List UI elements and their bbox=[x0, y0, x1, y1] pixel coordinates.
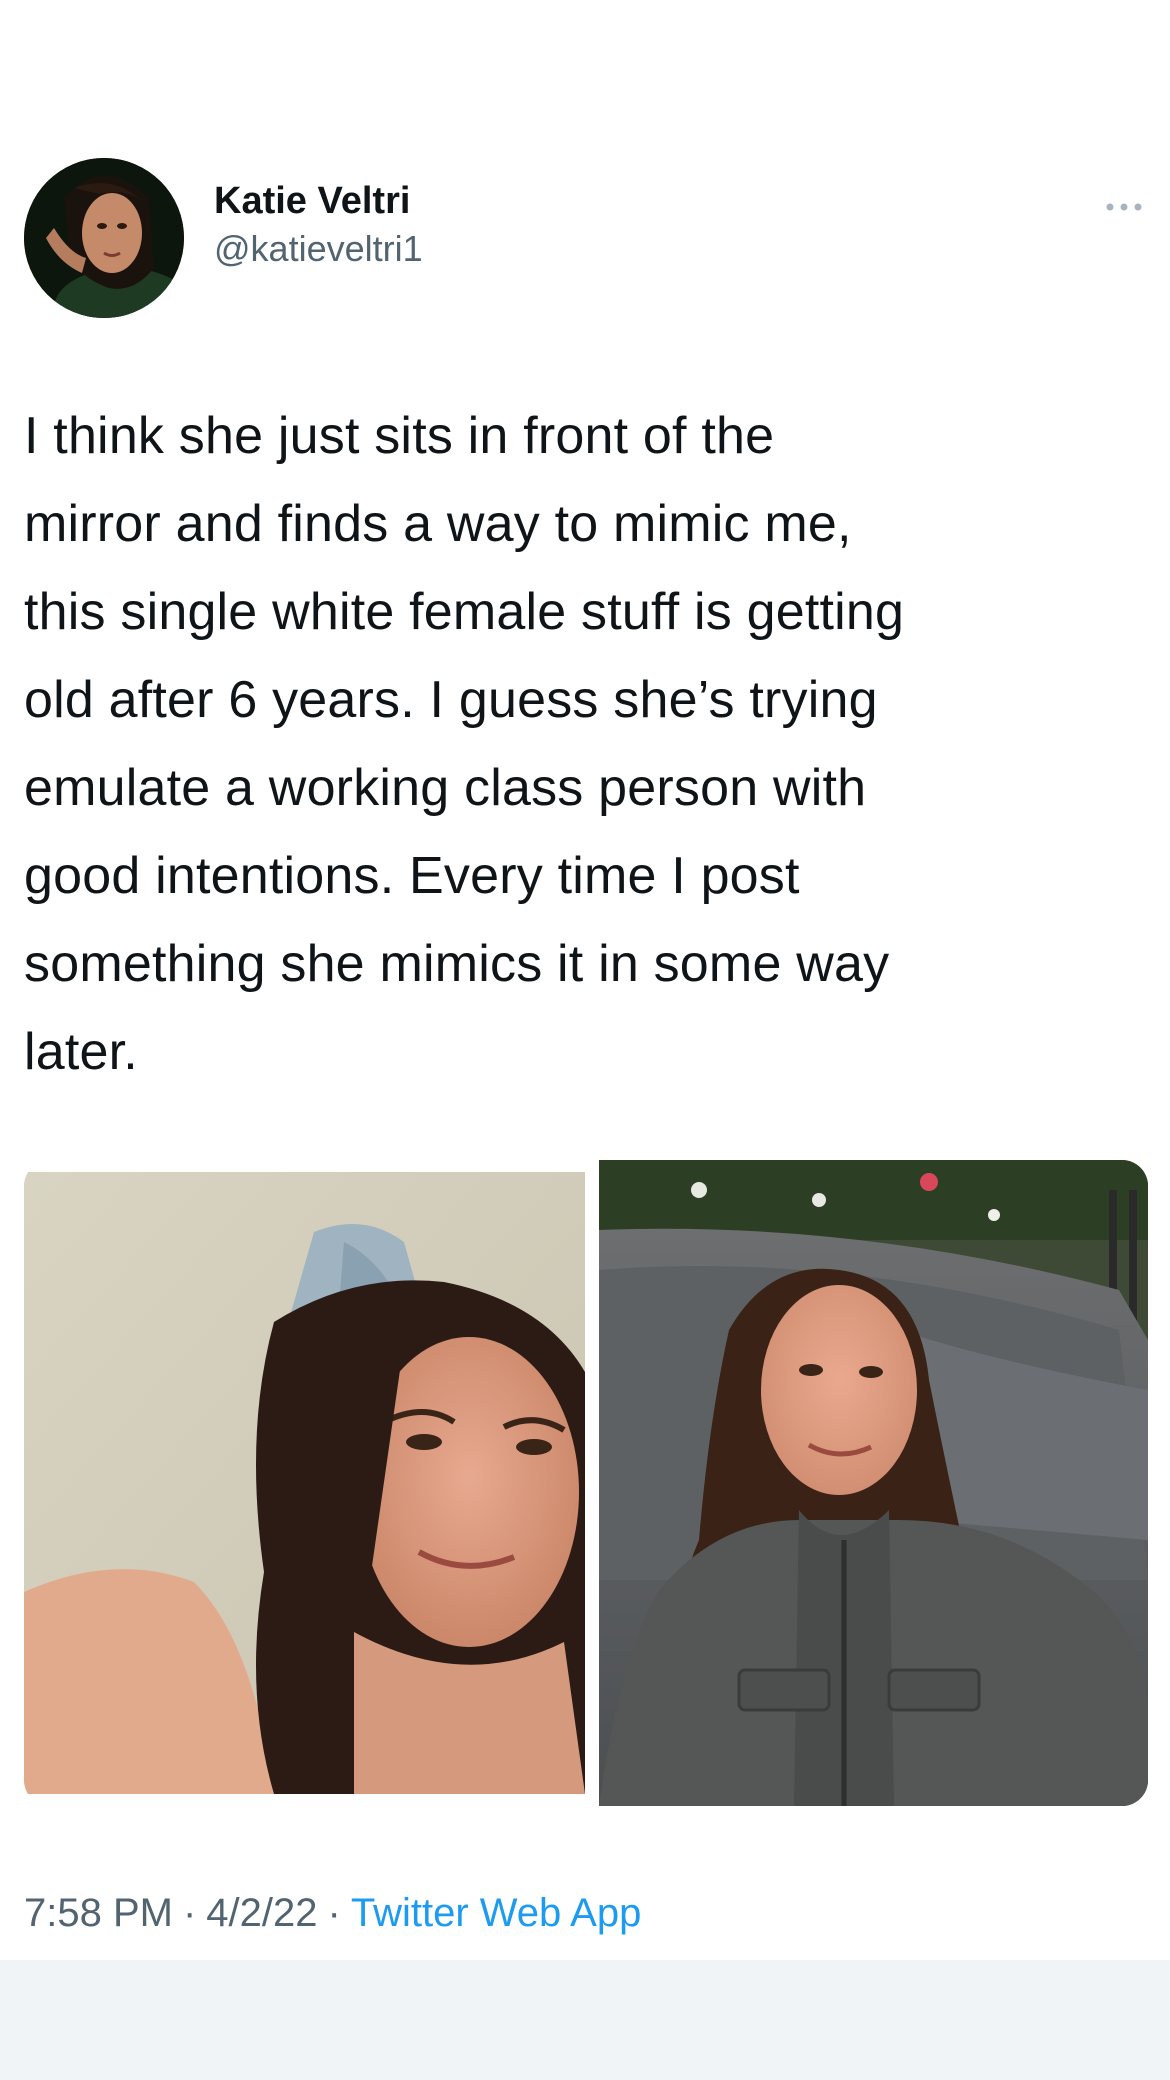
author-handle[interactable]: @katieveltri1 bbox=[214, 224, 423, 274]
tweet-date[interactable]: 4/2/22 bbox=[206, 1891, 317, 1935]
tweet-text-line: I think she just sits in front of the bbox=[24, 407, 775, 465]
author-avatar[interactable] bbox=[24, 158, 184, 318]
tweet-text-line: emulate a working class person with bbox=[24, 759, 867, 817]
tweet-source-link[interactable]: Twitter Web App bbox=[351, 1891, 642, 1935]
tweet-text-line: this single white female stuff is gettin… bbox=[24, 583, 905, 641]
avatar-photo-icon bbox=[24, 158, 184, 318]
more-options-button[interactable] bbox=[1098, 192, 1150, 222]
more-options-icon bbox=[1106, 203, 1142, 211]
tweet-meta: 7:58 PM · 4/2/22 · Twitter Web App bbox=[24, 1888, 641, 1938]
tweet-text-line: mirror and finds a way to mimic me, bbox=[24, 495, 852, 553]
tweet-time[interactable]: 7:58 PM bbox=[24, 1891, 173, 1935]
media-photo-right[interactable] bbox=[599, 1160, 1148, 1806]
tweet-card: Katie Veltri @katieveltri1 I think she j… bbox=[0, 0, 1170, 1960]
selfie-photo-icon bbox=[24, 1172, 585, 1794]
tweet-text-line: good intentions. Every time I post bbox=[24, 847, 800, 905]
tweet-text-line: later. bbox=[24, 1023, 138, 1081]
media-photo-left[interactable] bbox=[24, 1172, 585, 1794]
tweet-text: I think she just sits in front of the mi… bbox=[24, 392, 1154, 1096]
meta-separator: · bbox=[327, 1891, 341, 1935]
meta-separator: · bbox=[182, 1891, 197, 1935]
tweet-text-line: old after 6 years. I guess she’s trying bbox=[24, 671, 878, 729]
bottom-band bbox=[0, 1960, 1170, 2080]
tweet-text-line: something she mimics it in some way bbox=[24, 935, 890, 993]
author-name[interactable]: Katie Veltri bbox=[214, 178, 423, 224]
photo-by-car-icon bbox=[599, 1160, 1148, 1806]
media-grid bbox=[24, 1160, 1148, 1806]
author-info[interactable]: Katie Veltri @katieveltri1 bbox=[214, 178, 423, 274]
